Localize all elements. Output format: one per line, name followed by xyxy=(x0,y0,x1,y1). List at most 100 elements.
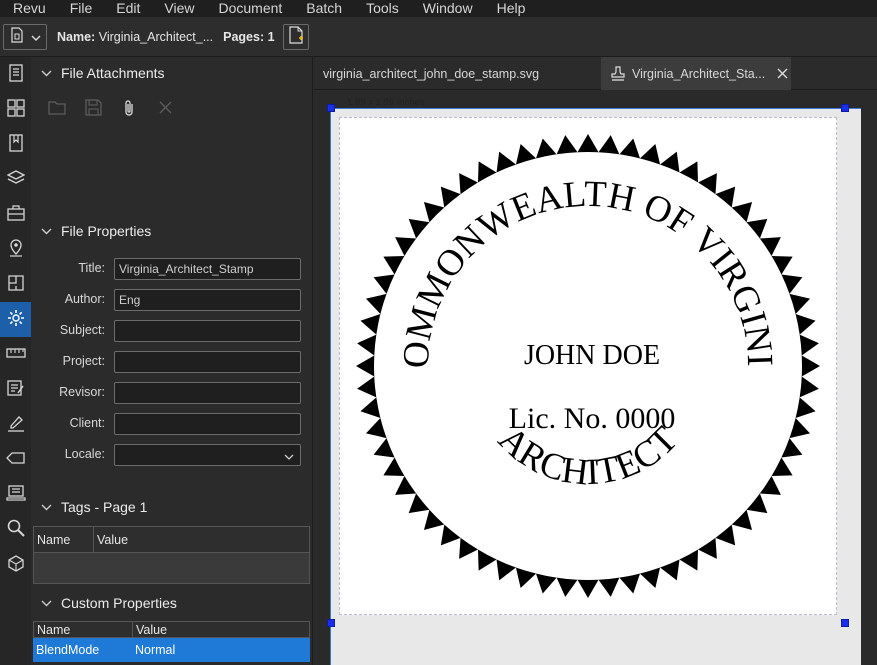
project-field[interactable] xyxy=(114,351,301,373)
add-attachment-button[interactable] xyxy=(111,97,147,121)
title-field[interactable]: Virginia_Architect_Stamp xyxy=(114,258,301,280)
menu-edit[interactable]: Edit xyxy=(104,0,152,17)
menu-help[interactable]: Help xyxy=(485,0,538,17)
menu-window[interactable]: Window xyxy=(411,0,485,17)
spaces-icon xyxy=(7,274,25,295)
thumbnails-icon xyxy=(8,64,24,85)
property-locale-row: Locale: xyxy=(31,444,313,466)
panel-icon-bar xyxy=(0,57,31,665)
menu-batch[interactable]: Batch xyxy=(294,0,354,17)
close-icon xyxy=(159,101,172,117)
custom-column-value[interactable]: Value xyxy=(133,622,170,637)
chevron-down-icon xyxy=(31,29,41,44)
property-label: Locale: xyxy=(64,447,105,461)
document-icon xyxy=(10,27,24,46)
architect-stamp: COMMONWEALTH OF VIRGINIA ARCHITECT JOHN … xyxy=(327,86,820,598)
tab-label: virginia_architect_john_doe_stamp.svg xyxy=(323,66,540,81)
signatures-tab[interactable] xyxy=(0,407,31,442)
spaces-tab[interactable] xyxy=(0,267,31,302)
properties-tab[interactable] xyxy=(0,302,31,337)
property-label: Project: xyxy=(62,354,105,368)
chevron-down-icon xyxy=(284,450,294,464)
name-value: Virginia_Architect_... xyxy=(98,29,214,44)
custom-properties-title: Custom Properties xyxy=(61,595,177,611)
grid-tab[interactable] xyxy=(0,92,31,127)
open-attachment-button[interactable] xyxy=(39,97,75,121)
custom-row-name: BlendMode xyxy=(36,643,100,657)
revisor-field[interactable] xyxy=(114,382,301,404)
attachment-toolbar xyxy=(39,97,183,121)
stamp-license: Lic. No. 0000 xyxy=(509,402,676,435)
layers-tab[interactable] xyxy=(0,162,31,197)
menu-tools[interactable]: Tools xyxy=(354,0,411,17)
measure-icon xyxy=(5,347,26,362)
places-tab[interactable] xyxy=(0,232,31,267)
tags-column-name[interactable]: Name xyxy=(34,527,94,552)
tags-table: Name Value xyxy=(33,526,310,584)
selection-handle[interactable] xyxy=(841,619,849,627)
tab-svg-file[interactable]: virginia_architect_john_doe_stamp.svg xyxy=(314,57,601,90)
table-row[interactable]: BlendMode Normal xyxy=(33,638,310,662)
tags-title: Tags - Page 1 xyxy=(61,499,148,515)
chevron-down-icon xyxy=(31,228,61,235)
toolchest-icon xyxy=(6,205,25,224)
add-page-icon xyxy=(288,26,304,47)
properties-icon xyxy=(7,309,25,330)
name-label: Name: xyxy=(57,29,96,44)
grid-icon xyxy=(6,99,25,120)
client-field[interactable] xyxy=(114,413,301,435)
custom-properties-header[interactable]: Custom Properties xyxy=(31,593,313,613)
chevron-down-icon xyxy=(31,504,61,511)
custom-row-value: Normal xyxy=(135,643,176,657)
stamp-icon xyxy=(610,65,626,82)
tab-stamp[interactable]: Virginia_Architect_Sta... xyxy=(601,57,791,90)
menu-file[interactable]: File xyxy=(58,0,105,17)
property-title-row: Title: Virginia_Architect_Stamp xyxy=(31,258,313,280)
measure-tab[interactable] xyxy=(0,337,31,372)
toolchest-tab[interactable] xyxy=(0,197,31,232)
menu-document[interactable]: Document xyxy=(206,0,294,17)
thumbnails-tab[interactable] xyxy=(0,57,31,92)
stamp-page[interactable]: COMMONWEALTH OF VIRGINIA ARCHITECT JOHN … xyxy=(327,86,837,615)
selection-handle[interactable] xyxy=(327,619,335,627)
markups-list-tab[interactable] xyxy=(0,372,31,407)
save-attachment-button[interactable] xyxy=(75,97,111,121)
author-field[interactable]: Eng xyxy=(114,289,301,311)
search-tab[interactable] xyxy=(0,512,31,547)
page-count: Pages: 1 xyxy=(223,30,274,44)
property-project-row: Project: xyxy=(31,351,313,373)
forms-tab[interactable] xyxy=(0,477,31,512)
tags-header[interactable]: Tags - Page 1 xyxy=(31,497,313,517)
file-attachments-header[interactable]: File Attachments xyxy=(31,63,313,83)
places-icon xyxy=(8,239,24,260)
file-attachments-title: File Attachments xyxy=(61,65,165,81)
property-label: Title: xyxy=(78,261,105,275)
selection-handle[interactable] xyxy=(327,104,335,112)
search-icon xyxy=(7,519,25,540)
delete-attachment-button[interactable] xyxy=(147,97,183,121)
file-properties-header[interactable]: File Properties xyxy=(31,221,313,241)
locale-select[interactable] xyxy=(114,444,301,466)
property-label: Author: xyxy=(64,292,105,306)
chevron-down-icon xyxy=(31,70,61,77)
document-toolbar: Name: Virginia_Architect_... Pages: 1 xyxy=(0,17,877,57)
menu-view[interactable]: View xyxy=(152,0,206,17)
close-icon[interactable] xyxy=(777,68,788,79)
signatures-icon xyxy=(7,414,25,435)
document-dropdown[interactable] xyxy=(3,23,47,50)
tags-column-value[interactable]: Value xyxy=(94,527,131,552)
custom-column-name[interactable]: Name xyxy=(34,622,133,637)
property-revisor-row: Revisor: xyxy=(31,382,313,404)
3d-tab[interactable] xyxy=(0,547,31,582)
menu-revu[interactable]: Revu xyxy=(0,0,58,17)
document-tabs: virginia_architect_john_doe_stamp.svg Vi… xyxy=(314,57,877,90)
subject-field[interactable] xyxy=(114,320,301,342)
add-page-button[interactable] xyxy=(282,23,309,50)
tab-label: Virginia_Architect_Sta... xyxy=(632,66,766,81)
property-author-row: Author: Eng xyxy=(31,289,313,311)
bookmarks-tab[interactable] xyxy=(0,127,31,162)
pages-label: Pages: xyxy=(223,29,265,44)
selection-handle[interactable] xyxy=(841,104,849,112)
custom-properties-table: Name Value BlendMode Normal xyxy=(33,621,310,662)
tags-tab[interactable] xyxy=(0,442,31,477)
